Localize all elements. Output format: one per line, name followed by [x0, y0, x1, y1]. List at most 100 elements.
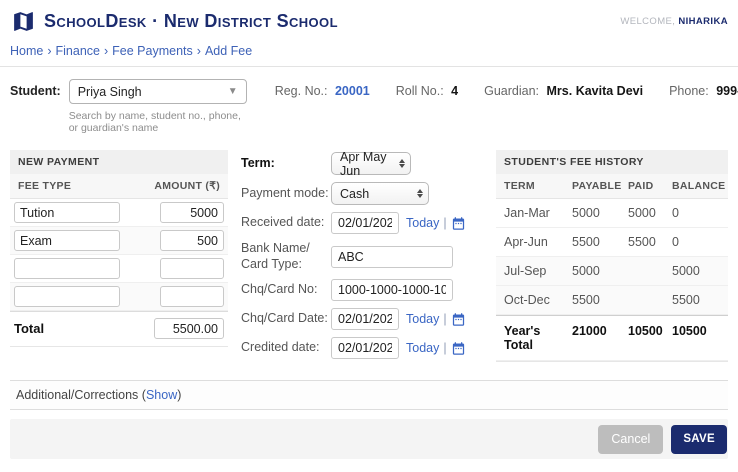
- student-select[interactable]: Priya Singh ▼: [69, 79, 247, 104]
- fee-type-input-2[interactable]: [14, 230, 120, 251]
- reg-no-label: Reg. No.:: [275, 84, 328, 98]
- new-payment-column-headers: FEE TYPE AMOUNT (₹): [10, 174, 228, 199]
- breadcrumb-home[interactable]: Home: [10, 44, 43, 58]
- amount-input-2[interactable]: [160, 230, 224, 251]
- payment-mode-select-value: Cash: [340, 187, 413, 201]
- history-total-balance: 10500: [664, 315, 728, 361]
- bank-name-label-line1: Bank Name/: [241, 241, 331, 257]
- history-total-paid: 10500: [620, 315, 664, 361]
- show-link[interactable]: Show: [146, 388, 177, 402]
- payment-mode-label: Payment mode:: [241, 186, 331, 202]
- fee-type-input-4[interactable]: [14, 286, 120, 307]
- history-balance: 0: [664, 228, 728, 257]
- phone-value: 999-999-9999: [716, 84, 738, 98]
- history-balance: 0: [664, 199, 728, 228]
- breadcrumb-separator: ›: [47, 44, 51, 58]
- history-term: Apr-Jun: [496, 228, 564, 257]
- new-payment-title: NEW PAYMENT: [10, 150, 228, 174]
- bank-name-input[interactable]: [331, 246, 453, 268]
- fee-row-1: [10, 199, 228, 227]
- paid-column-header: PAID: [620, 174, 664, 198]
- credited-date-label: Credited date:: [241, 340, 331, 356]
- breadcrumb: Home › Finance › Fee Payments › Add Fee: [0, 38, 738, 67]
- fee-type-input-3[interactable]: [14, 258, 120, 279]
- roll-no-label: Roll No.:: [396, 84, 444, 98]
- breadcrumb-fee-payments[interactable]: Fee Payments: [112, 44, 193, 58]
- new-payment-panel: NEW PAYMENT FEE TYPE AMOUNT (₹) Total: [10, 150, 228, 347]
- fee-row-4: [10, 283, 228, 311]
- term-column-header: TERM: [496, 174, 564, 198]
- history-term: Oct-Dec: [496, 286, 564, 315]
- history-paid: 5500: [620, 228, 664, 257]
- bank-name-label-line2: Card Type:: [241, 257, 331, 273]
- payment-details-column: Term: Apr May Jun Payment mode: Cash Rec…: [241, 150, 483, 366]
- student-info: Reg. No.: 20001 Roll No.: 4 Guardian: Mr…: [275, 84, 738, 98]
- calendar-icon[interactable]: [451, 216, 466, 231]
- received-date-input[interactable]: [331, 212, 399, 234]
- history-total-label: Year's Total: [496, 315, 564, 361]
- separator: |: [443, 216, 446, 230]
- fee-row-3: [10, 255, 228, 283]
- history-balance: 5500: [664, 286, 728, 315]
- fee-row-2: [10, 227, 228, 255]
- breadcrumb-add-fee[interactable]: Add Fee: [205, 44, 252, 58]
- cancel-button[interactable]: Cancel: [598, 425, 663, 454]
- calendar-icon[interactable]: [451, 341, 466, 356]
- breadcrumb-finance[interactable]: Finance: [56, 44, 100, 58]
- term-label: Term:: [241, 156, 331, 172]
- bank-name-label: Bank Name/ Card Type:: [241, 241, 331, 272]
- phone-label: Phone:: [669, 84, 709, 98]
- welcome-area: WELCOME, NIHARIKA: [620, 16, 728, 27]
- term-select-value: Apr May Jun: [340, 150, 395, 178]
- history-paid: 5000: [620, 199, 664, 228]
- welcome-label: WELCOME,: [620, 16, 675, 27]
- received-date-today-link[interactable]: Today: [406, 216, 439, 230]
- additional-corrections-bar: Additional/Corrections (Show): [10, 380, 728, 410]
- amount-input-3[interactable]: [160, 258, 224, 279]
- main-content: NEW PAYMENT FEE TYPE AMOUNT (₹) Total: [0, 136, 738, 366]
- total-label: Total: [14, 321, 44, 336]
- amount-input-4[interactable]: [160, 286, 224, 307]
- term-select[interactable]: Apr May Jun: [331, 152, 411, 175]
- chq-card-no-label: Chq/Card No:: [241, 282, 331, 298]
- credited-date-today-link[interactable]: Today: [406, 341, 439, 355]
- reg-no-value[interactable]: 20001: [335, 84, 370, 98]
- student-select-value: Priya Singh: [78, 85, 142, 99]
- chq-card-date-today-link[interactable]: Today: [406, 312, 439, 326]
- history-term: Jul-Sep: [496, 257, 564, 286]
- additional-corrections-label: Additional/Corrections: [16, 388, 138, 402]
- chq-card-date-input[interactable]: [331, 308, 399, 330]
- fee-type-input-1[interactable]: [14, 202, 120, 223]
- credited-date-input[interactable]: [331, 337, 399, 359]
- history-paid: [620, 257, 664, 286]
- guardian-label: Guardian:: [484, 84, 539, 98]
- breadcrumb-separator: ›: [104, 44, 108, 58]
- select-stepper-icon: [399, 159, 405, 168]
- history-paid: [620, 286, 664, 315]
- paren: ): [177, 388, 181, 402]
- payment-mode-select[interactable]: Cash: [331, 182, 429, 205]
- save-button[interactable]: SAVE: [671, 425, 727, 454]
- fee-history-title: STUDENT'S FEE HISTORY: [496, 150, 728, 174]
- total-row: Total: [10, 311, 228, 346]
- amount-column-header: AMOUNT (₹): [154, 180, 220, 192]
- student-label: Student:: [10, 84, 61, 98]
- page-title: SchoolDesk · New District School: [44, 11, 338, 32]
- balance-column-header: BALANCE: [664, 174, 728, 198]
- fee-history-column-headers: TERM PAYABLE PAID BALANCE: [496, 174, 728, 199]
- breadcrumb-separator: ›: [197, 44, 201, 58]
- history-total-payable: 21000: [564, 315, 620, 361]
- history-payable: 5500: [564, 228, 620, 257]
- history-payable: 5000: [564, 257, 620, 286]
- payable-column-header: PAYABLE: [564, 174, 620, 198]
- history-payable: 5500: [564, 286, 620, 315]
- amount-input-1[interactable]: [160, 202, 224, 223]
- chq-card-no-input[interactable]: [331, 279, 453, 301]
- schooldesk-logo-map-icon: [10, 9, 37, 34]
- calendar-icon[interactable]: [451, 312, 466, 327]
- chevron-down-icon: ▼: [228, 86, 238, 97]
- action-footer: Cancel SAVE: [10, 419, 728, 459]
- student-search-hint: Search by name, student no., phone, or g…: [69, 110, 247, 134]
- total-amount-input[interactable]: [154, 318, 224, 339]
- history-balance: 5000: [664, 257, 728, 286]
